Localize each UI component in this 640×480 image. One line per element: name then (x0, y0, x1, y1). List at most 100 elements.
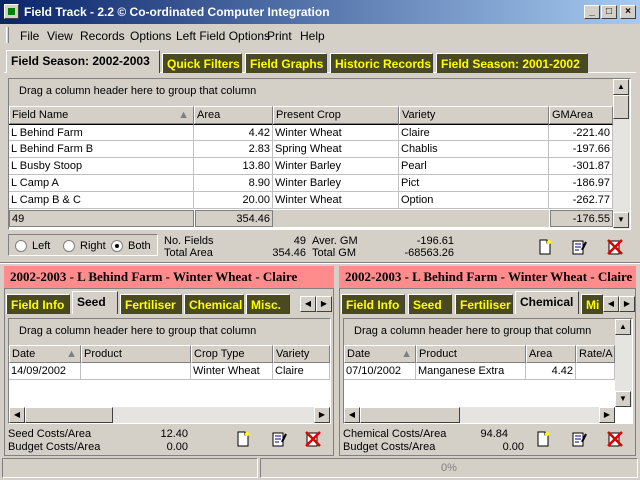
delete-record-icon[interactable] (606, 238, 624, 256)
table-cell[interactable]: 4.42 (194, 124, 273, 141)
maximize-button[interactable]: □ (601, 5, 617, 19)
right-tab-chemical[interactable]: Chemical (515, 291, 579, 314)
tab-field-season-2002-2003[interactable]: Field Season: 2002-2003 (6, 50, 160, 73)
table-cell[interactable] (81, 363, 191, 380)
chemical-group-by-panel[interactable]: Drag a column header here to group that … (344, 319, 615, 345)
scroll-right-icon[interactable]: ▶ (314, 407, 330, 423)
left-tab-seed[interactable]: Seed (72, 291, 118, 314)
table-cell[interactable]: 2.83 (194, 141, 273, 158)
table-cell[interactable]: -262.77 (549, 192, 613, 209)
col-header-area[interactable]: Area (194, 106, 273, 124)
new-record-icon[interactable] (536, 238, 554, 256)
table-cell[interactable]: Pearl (399, 158, 549, 175)
tab-historic-records[interactable]: Historic Records (330, 53, 433, 73)
chem-vscroll[interactable]: ▲ ▼ (615, 319, 632, 407)
table-cell[interactable]: Claire (273, 363, 330, 380)
table-cell[interactable]: L Behind Farm B (9, 141, 194, 158)
minimize-button[interactable]: _ (584, 5, 600, 19)
table-cell[interactable]: -301.87 (549, 158, 613, 175)
menu-records[interactable]: Records (80, 29, 125, 43)
seed-col-variety[interactable]: Variety (273, 345, 330, 363)
table-cell[interactable]: Manganese Extra (416, 363, 526, 380)
seed-group-by-panel[interactable]: Drag a column header here to group that … (9, 319, 330, 345)
table-cell[interactable]: 14/09/2002 (9, 363, 81, 380)
right-tab-misc[interactable]: Mi (581, 294, 603, 314)
table-cell[interactable]: L Busby Stoop (9, 158, 194, 175)
tab-field-season-2001-2002[interactable]: Field Season: 2001-2002 (436, 53, 588, 73)
table-cell[interactable]: Chablis (399, 141, 549, 158)
edit-record-icon[interactable] (270, 430, 288, 448)
table-cell[interactable]: L Camp A (9, 175, 194, 192)
seed-hscroll[interactable]: ◀ ▶ (9, 407, 330, 423)
menu-help[interactable]: Help (300, 29, 325, 43)
right-tab-next-icon[interactable]: ▶ (619, 296, 635, 312)
table-cell[interactable]: 8.90 (194, 175, 273, 192)
chem-col-area[interactable]: Area (526, 345, 576, 363)
right-tab-prev-icon[interactable]: ◀ (603, 296, 619, 312)
left-tab-fertiliser[interactable]: Fertiliser (120, 294, 182, 314)
chem-col-rate[interactable]: Rate/A (576, 345, 615, 363)
edit-record-icon[interactable] (570, 430, 588, 448)
chem-col-date[interactable]: Date ▲ (344, 345, 416, 363)
table-cell[interactable]: Winter Barley (273, 158, 399, 175)
scroll-down-icon[interactable]: ▼ (615, 391, 631, 407)
left-tab-prev-icon[interactable]: ◀ (300, 296, 316, 312)
table-cell[interactable]: 20.00 (194, 192, 273, 209)
table-cell[interactable] (576, 363, 615, 380)
radio-both[interactable] (111, 240, 123, 252)
scroll-left-icon[interactable]: ◀ (344, 407, 360, 423)
menu-left-field-options[interactable]: Left Field Options (176, 29, 270, 43)
scroll-left-icon[interactable]: ◀ (9, 407, 25, 423)
table-cell[interactable]: -186.97 (549, 175, 613, 192)
radio-left[interactable] (15, 240, 27, 252)
table-cell[interactable]: -221.40 (549, 124, 613, 141)
fields-vscroll[interactable]: ▲ ▼ (613, 79, 630, 229)
table-cell[interactable]: Winter Barley (273, 175, 399, 192)
tab-quick-filters[interactable]: Quick Filters (162, 53, 242, 73)
table-cell[interactable]: Option (399, 192, 549, 209)
radio-right[interactable] (63, 240, 75, 252)
edit-record-icon[interactable] (570, 238, 588, 256)
right-tab-fertiliser[interactable]: Fertiliser (455, 294, 513, 314)
left-tab-chemical[interactable]: Chemical (184, 294, 244, 314)
menu-options[interactable]: Options (130, 29, 171, 43)
left-tab-misc[interactable]: Misc. (246, 294, 290, 314)
table-cell[interactable]: Pict (399, 175, 549, 192)
chem-hscroll[interactable]: ◀ ▶ (344, 407, 615, 423)
seed-col-product[interactable]: Product (81, 345, 191, 363)
seed-col-date[interactable]: Date ▲ (9, 345, 81, 363)
col-header-gmarea[interactable]: GMArea (549, 106, 613, 124)
scroll-right-icon[interactable]: ▶ (599, 407, 615, 423)
table-cell[interactable]: 07/10/2002 (344, 363, 416, 380)
menu-file[interactable]: File (20, 29, 39, 43)
col-header-variety[interactable]: Variety (399, 106, 549, 124)
delete-record-icon[interactable] (606, 430, 624, 448)
table-cell[interactable]: 13.80 (194, 158, 273, 175)
table-cell[interactable]: Spring Wheat (273, 141, 399, 158)
col-header-present-crop[interactable]: Present Crop (273, 106, 399, 124)
scroll-up-icon[interactable]: ▲ (613, 79, 629, 95)
group-by-panel[interactable]: Drag a column header here to group that … (9, 79, 613, 106)
col-header-field-name[interactable]: Field Name ▲ (9, 106, 194, 124)
table-cell[interactable]: Winter Wheat (273, 124, 399, 141)
table-cell[interactable]: 4.42 (526, 363, 576, 380)
table-cell[interactable]: -197.66 (549, 141, 613, 158)
table-cell[interactable]: Claire (399, 124, 549, 141)
delete-record-icon[interactable] (304, 430, 322, 448)
right-tab-seed[interactable]: Seed (408, 294, 452, 314)
scroll-thumb[interactable] (360, 407, 460, 423)
scroll-thumb[interactable] (613, 95, 629, 119)
new-record-icon[interactable] (534, 430, 552, 448)
table-cell[interactable]: L Behind Farm (9, 124, 194, 141)
chem-col-product[interactable]: Product (416, 345, 526, 363)
table-cell[interactable]: L Camp B & C (9, 192, 194, 209)
table-cell[interactable]: Winter Wheat (191, 363, 273, 380)
left-tab-field-info[interactable]: Field Info (6, 294, 70, 314)
close-button[interactable]: × (620, 5, 636, 19)
menu-view[interactable]: View (47, 29, 73, 43)
scroll-thumb[interactable] (25, 407, 113, 423)
right-tab-field-info[interactable]: Field Info (341, 294, 405, 314)
scroll-up-icon[interactable]: ▲ (615, 319, 631, 335)
left-tab-next-icon[interactable]: ▶ (316, 296, 332, 312)
app-icon[interactable] (4, 4, 19, 19)
